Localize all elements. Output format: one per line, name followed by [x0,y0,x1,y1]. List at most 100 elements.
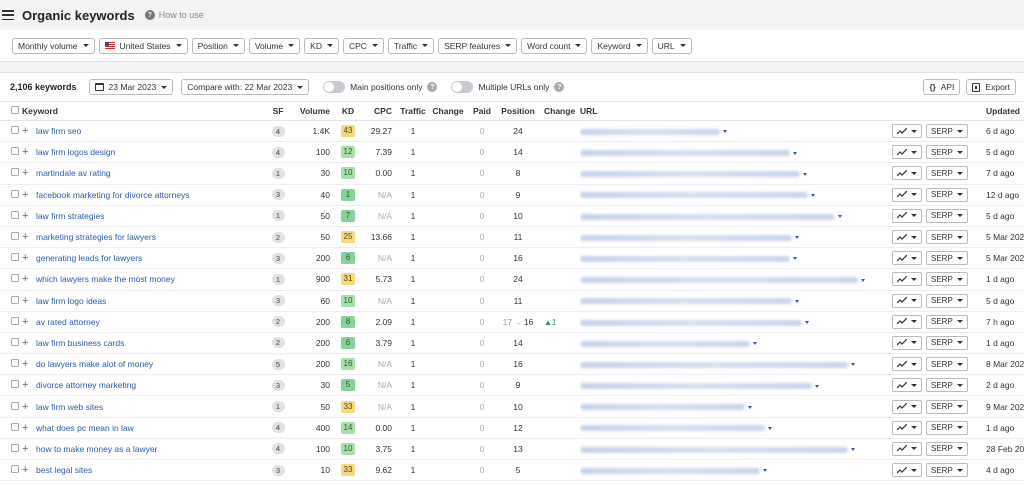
plus-icon[interactable]: + [22,316,29,328]
filter-cpc[interactable]: CPC [342,37,384,54]
col-volume[interactable]: Volume [294,101,334,121]
keyword-link[interactable]: marketing strategies for lawyers [36,232,156,242]
url-cell[interactable] [580,184,892,206]
keyword-link[interactable]: law firm business cards [36,338,124,348]
url-cell[interactable] [580,438,892,461]
chevron-down-icon[interactable] [793,151,797,155]
trend-chart-button[interactable] [892,335,922,350]
serp-button[interactable]: SERP [926,208,968,223]
url-cell[interactable] [580,374,892,397]
row-checkbox[interactable] [11,401,19,410]
url-cell[interactable] [580,353,892,376]
sf-badge[interactable]: 2 [271,231,285,243]
row-select-cell[interactable] [0,353,22,376]
sf-badge[interactable]: 3 [271,379,285,391]
url-cell[interactable] [580,268,892,291]
row-select-cell[interactable] [0,120,22,143]
help-icon[interactable]: ? [427,82,438,92]
trend-chart-button[interactable] [892,230,922,245]
col-cpc[interactable]: CPC [362,101,398,121]
keyword-link[interactable]: av rated attorney [36,317,100,327]
row-select-cell[interactable] [0,311,22,333]
url-link[interactable] [580,361,848,368]
row-checkbox[interactable] [11,189,19,198]
row-select-cell[interactable] [0,438,22,461]
url-link[interactable] [580,213,835,220]
row-select-cell[interactable] [0,162,22,185]
url-link[interactable] [580,319,802,326]
col-keyword[interactable]: Keyword [22,101,262,121]
plus-icon[interactable]: + [22,189,29,201]
row-select-cell[interactable] [0,332,22,355]
serp-button[interactable]: SERP [926,463,968,478]
url-link[interactable] [580,128,720,135]
chevron-down-icon[interactable] [815,384,819,388]
chevron-down-icon[interactable] [748,405,752,409]
chevron-down-icon[interactable] [851,363,855,367]
row-checkbox[interactable] [11,465,19,474]
sf-badge[interactable]: 3 [271,189,285,201]
filter-united-states[interactable]: United States [98,37,188,54]
url-link[interactable] [580,467,760,474]
keyword-link[interactable]: what does pc mean in law [36,423,134,433]
date-picker-button[interactable]: 23 Mar 2023 [88,79,174,95]
sf-badge[interactable]: 4 [271,443,285,455]
url-cell[interactable] [580,162,892,185]
col-traffic[interactable]: Traffic [398,101,428,121]
filter-serp-features[interactable]: SERP features [438,37,518,54]
trend-chart-button[interactable] [892,208,922,223]
serp-button[interactable]: SERP [926,166,968,181]
export-button[interactable]: Export [966,79,1016,95]
url-cell[interactable] [580,141,892,164]
trend-chart-button[interactable] [892,166,922,181]
plus-icon[interactable]: + [22,422,29,434]
sf-badge[interactable]: 3 [271,295,285,307]
serp-button[interactable]: SERP [926,124,968,139]
url-link[interactable] [580,277,858,284]
plus-icon[interactable]: + [22,295,29,307]
row-select-cell[interactable] [0,459,22,482]
plus-icon[interactable]: + [22,443,29,455]
col-position-change[interactable]: Change [540,101,580,121]
url-cell[interactable] [580,417,892,439]
sf-badge[interactable]: 4 [271,422,285,434]
chevron-down-icon[interactable] [851,448,855,452]
chevron-down-icon[interactable] [763,469,767,473]
sf-badge[interactable]: 5 [271,358,285,370]
plus-icon[interactable]: + [22,125,29,137]
url-link[interactable] [580,255,790,262]
plus-icon[interactable]: + [22,401,29,413]
trend-chart-button[interactable] [892,357,922,372]
col-kd[interactable]: KD [334,101,362,121]
plus-icon[interactable]: + [22,358,29,370]
plus-icon[interactable]: + [22,146,29,158]
sf-badge[interactable]: 2 [271,337,285,349]
sf-badge[interactable]: 4 [271,125,285,137]
url-link[interactable] [580,383,812,390]
row-checkbox[interactable] [11,337,19,346]
trend-chart-button[interactable] [892,399,922,414]
filter-word-count[interactable]: Word count [521,37,588,54]
url-link[interactable] [580,171,800,178]
trend-chart-button[interactable] [892,272,922,287]
hamburger-menu-icon[interactable] [2,10,14,20]
chevron-down-icon[interactable] [795,299,799,303]
row-checkbox[interactable] [11,253,19,262]
chevron-down-icon[interactable] [811,193,815,197]
url-link[interactable] [580,340,750,347]
sf-badge[interactable]: 1 [271,273,285,285]
trend-chart-button[interactable] [892,124,922,139]
keyword-link[interactable]: generating leads for lawyers [36,253,142,263]
filter-keyword[interactable]: Keyword [591,37,648,54]
serp-button[interactable]: SERP [926,357,968,372]
trend-chart-button[interactable] [892,293,922,308]
chevron-down-icon[interactable] [861,278,865,282]
keyword-link[interactable]: do lawyers make alot of money [36,359,153,369]
sf-badge[interactable]: 1 [271,401,285,413]
chevron-down-icon[interactable] [803,172,807,176]
row-checkbox[interactable] [11,295,19,304]
keyword-link[interactable]: law firm logos design [36,147,115,157]
sf-badge[interactable]: 1 [271,210,285,222]
select-all-checkbox[interactable] [11,106,19,114]
keyword-link[interactable]: facebook marketing for divorce attorneys [36,190,190,200]
